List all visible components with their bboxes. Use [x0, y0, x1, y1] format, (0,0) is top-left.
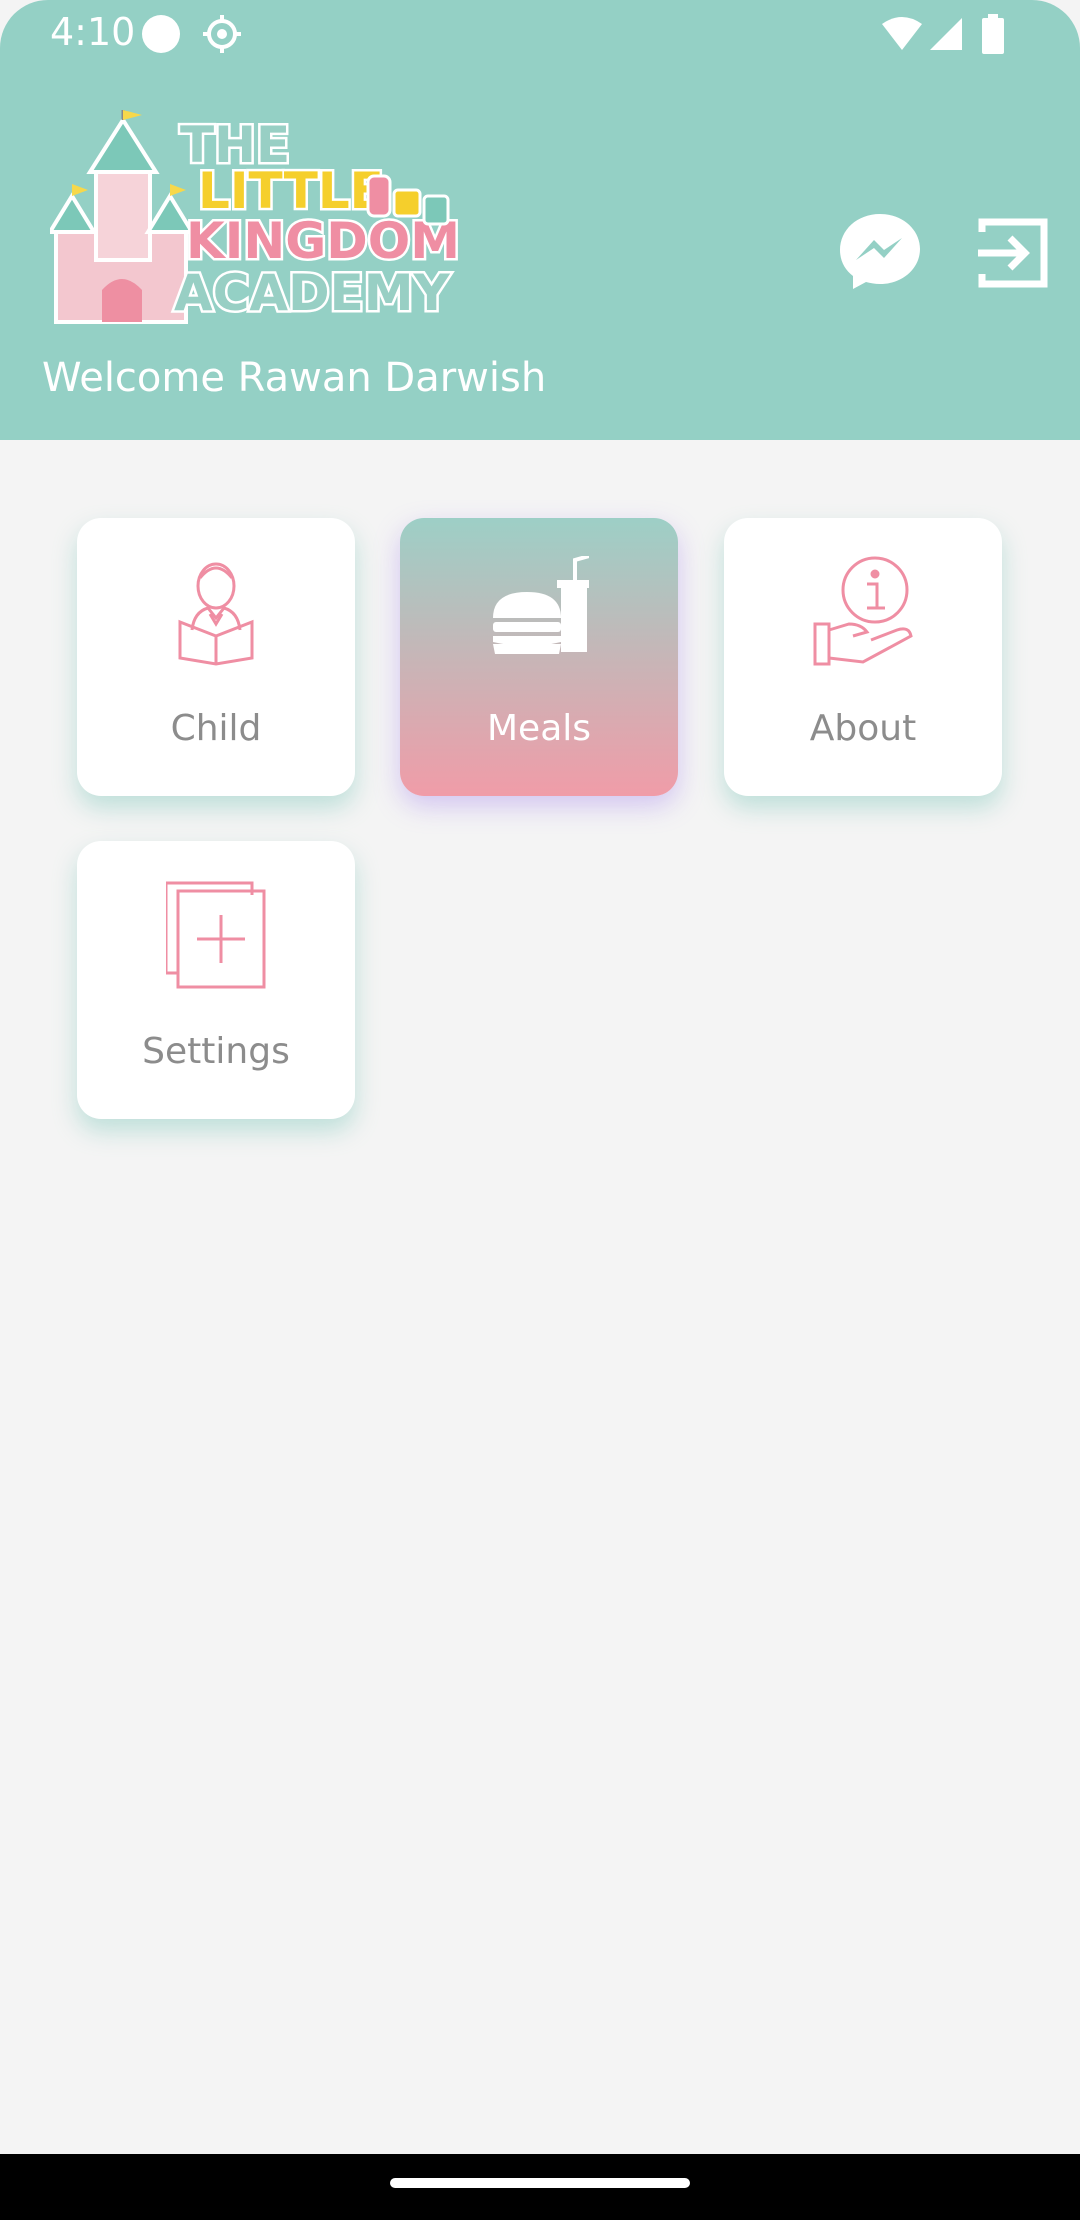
signal-icon [930, 18, 962, 50]
battery-icon [982, 14, 1004, 54]
status-time: 4:10 [50, 10, 136, 54]
app-screen: 4:10 THE LITTLE KINGDOM ACADEMY Welcome … [0, 0, 1080, 2220]
wifi-icon [882, 17, 922, 50]
burger-drink-icon [493, 556, 589, 654]
messenger-icon[interactable] [838, 212, 922, 290]
tile-label-child: Child [170, 708, 262, 749]
svg-text:ACADEMY: ACADEMY [174, 264, 451, 322]
menu-tile-settings[interactable]: Settings [77, 841, 355, 1119]
status-bar: 4:10 [0, 0, 1080, 70]
logout-icon[interactable] [978, 218, 1048, 288]
add-pages-icon [166, 881, 266, 989]
academy-logo: THE LITTLE KINGDOM ACADEMY [50, 110, 460, 325]
tile-label-settings: Settings [142, 1031, 290, 1072]
home-indicator[interactable] [390, 2178, 690, 2188]
menu-tile-meals[interactable]: Meals [400, 518, 678, 796]
info-hand-icon [813, 556, 913, 666]
system-nav-bar [0, 2154, 1080, 2220]
menu-tile-child[interactable]: Child [77, 518, 355, 796]
castle-icon [50, 110, 196, 324]
welcome-text: Welcome Rawan Darwish [42, 355, 547, 401]
menu-tile-about[interactable]: About [724, 518, 1002, 796]
svg-text:KINGDOM: KINGDOM [186, 212, 460, 270]
tile-label-about: About [809, 708, 917, 749]
dot-icon [142, 15, 180, 53]
settings-gear-icon [203, 15, 241, 53]
header: 4:10 THE LITTLE KINGDOM ACADEMY Welcome … [0, 0, 1080, 440]
tile-label-meals: Meals [486, 708, 592, 749]
child-reading-icon [178, 562, 254, 666]
